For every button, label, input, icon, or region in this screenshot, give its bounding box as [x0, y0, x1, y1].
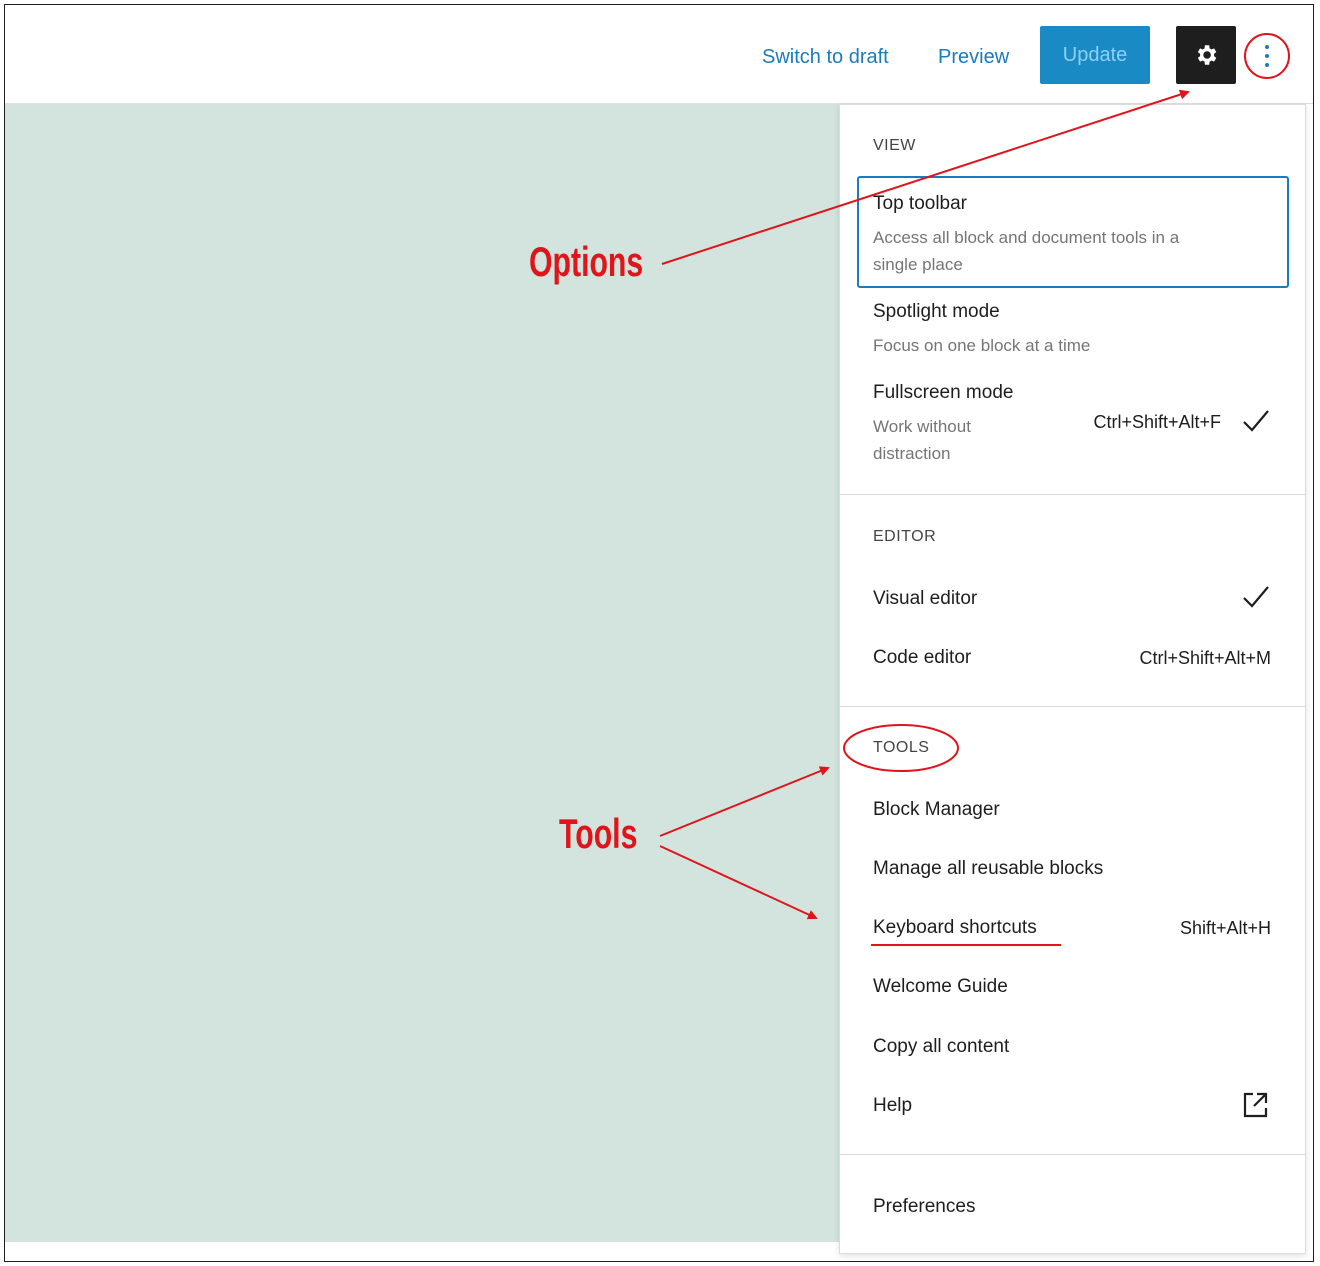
options-arrow — [661, 89, 1190, 265]
annotation-overlay — [659, 89, 1190, 946]
tools-highlight-ellipse — [843, 724, 959, 772]
tools-arrow-upper — [659, 766, 830, 837]
tools-arrow-lower — [659, 845, 818, 920]
